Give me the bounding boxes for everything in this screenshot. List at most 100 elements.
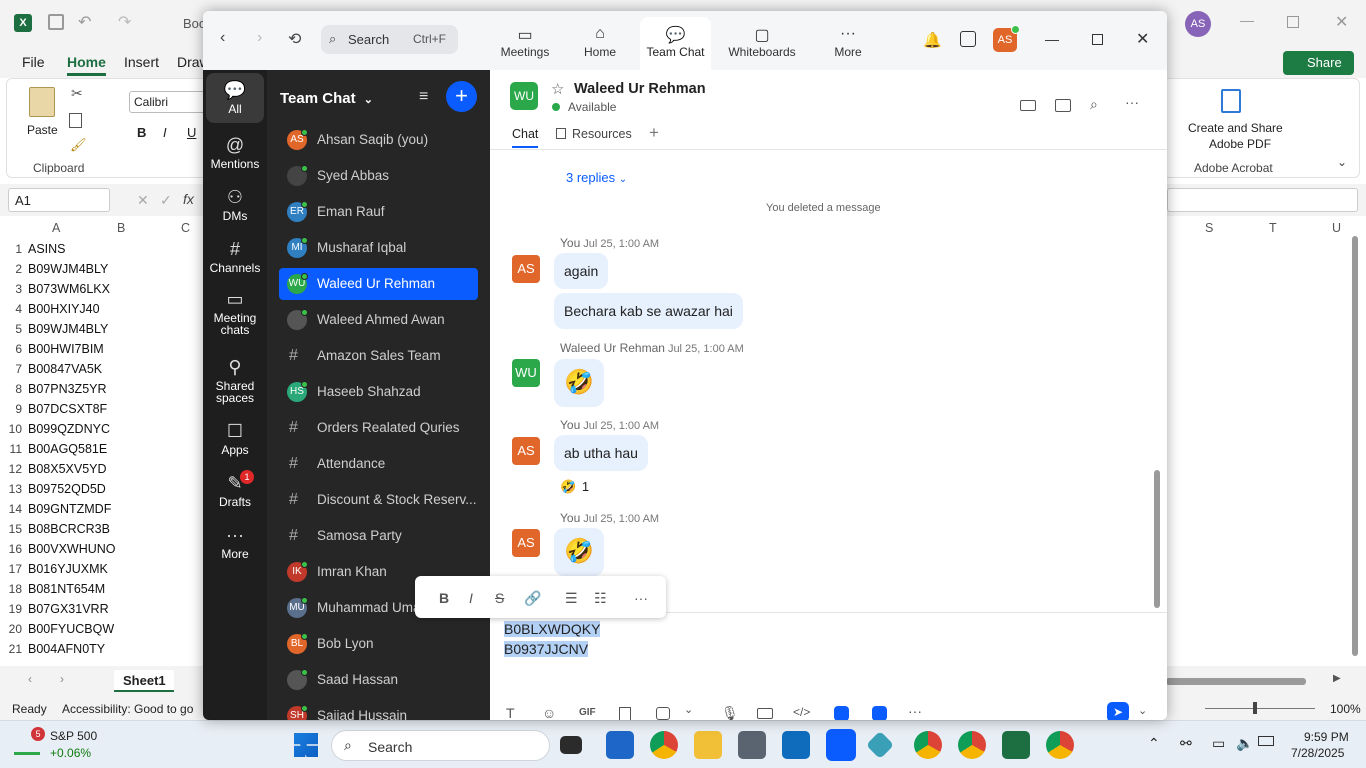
channel-item[interactable]: # Attendance	[279, 448, 478, 480]
tab-home[interactable]: Home	[67, 54, 106, 76]
clock-date[interactable]: 7/28/2025	[1291, 746, 1344, 760]
excel-account-avatar[interactable]: AS	[1185, 11, 1211, 37]
formula-input[interactable]	[1167, 188, 1358, 212]
forward-icon[interactable]: ›	[257, 29, 262, 47]
cell-a[interactable]: B00FYUCBQW	[28, 622, 114, 636]
cell-a[interactable]: B00847VA5K	[28, 362, 102, 376]
cell-a[interactable]: B09WJM4BLY	[28, 262, 108, 276]
tab-file[interactable]: File	[22, 54, 45, 70]
cell-a[interactable]: B09WJM4BLY	[28, 322, 108, 336]
name-box[interactable]: A1	[8, 188, 110, 212]
message-bubble[interactable]: ab utha hau	[554, 435, 648, 471]
microphone-icon[interactable]: 🎙	[721, 705, 739, 720]
chrome-profile-icon[interactable]	[914, 731, 942, 759]
zoom-search-box[interactable]: ⌕ Search Ctrl+F	[321, 25, 458, 54]
gif-icon[interactable]: GIF	[579, 707, 596, 718]
network-icon[interactable]: ⚯	[1180, 735, 1192, 752]
rail-item-shared-spaces[interactable]: ⚲ Shared spaces	[206, 350, 264, 406]
app-icon[interactable]	[865, 730, 895, 760]
volume-icon[interactable]: 🔈	[1236, 735, 1253, 752]
chat-more-icon[interactable]: ···	[1125, 94, 1139, 110]
contact-item[interactable]: MI Musharaf Iqbal	[279, 232, 478, 264]
scroll-right-icon[interactable]: ▶	[1333, 673, 1341, 684]
chat-header-avatar[interactable]: WU	[510, 82, 538, 110]
share-button[interactable]: Share	[1283, 51, 1354, 75]
paste-label[interactable]: Paste	[27, 123, 58, 137]
display-icon[interactable]: ▭	[1212, 735, 1225, 752]
rail-item-channels[interactable]: # Channels	[206, 232, 264, 276]
text-format-icon[interactable]: T	[506, 705, 515, 720]
row-header[interactable]: 18	[0, 582, 22, 596]
col-header-b[interactable]: B	[117, 221, 125, 235]
fx-icon[interactable]: fx	[183, 191, 194, 207]
message-avatar[interactable]: AS	[512, 437, 540, 465]
row-header[interactable]: 10	[0, 422, 22, 436]
col-header-u[interactable]: U	[1332, 221, 1341, 235]
calculator-icon[interactable]	[738, 731, 766, 759]
message-bubble[interactable]: 🤣	[554, 528, 604, 576]
row-header[interactable]: 13	[0, 482, 22, 496]
row-header[interactable]: 7	[0, 362, 22, 376]
cell-a[interactable]: B00HXIYJ40	[28, 302, 100, 316]
message-bubble[interactable]: Bechara kab se awazar hai	[554, 293, 743, 329]
tab-resources[interactable]: Resources	[572, 127, 632, 141]
tab-chat[interactable]: Chat	[512, 127, 539, 148]
cell-a[interactable]: ASINS	[28, 242, 66, 256]
sheet-tab[interactable]: Sheet1	[114, 670, 174, 692]
video-call-icon[interactable]	[1020, 100, 1036, 111]
channel-item[interactable]: # Amazon Sales Team	[279, 340, 478, 372]
rail-item-drafts[interactable]: ✎ Drafts 1	[206, 466, 264, 510]
row-header[interactable]: 21	[0, 642, 22, 656]
taskbar-search[interactable]: ⌕ Search	[331, 730, 550, 761]
clock-time[interactable]: 9:59 PM	[1304, 730, 1349, 744]
chrome-profile3-icon[interactable]	[1046, 731, 1074, 759]
app-integration2-icon[interactable]	[872, 706, 887, 720]
minimize-icon[interactable]: —	[1240, 12, 1254, 28]
row-header[interactable]: 3	[0, 282, 22, 296]
row-header[interactable]: 16	[0, 542, 22, 556]
confirm-formula-icon[interactable]: ✓	[160, 192, 172, 209]
back-icon[interactable]: ‹	[220, 29, 225, 47]
bold-icon[interactable]: B	[137, 125, 146, 140]
compose-input[interactable]: B0BLXWDQKY B0937JJCNV	[504, 619, 1144, 671]
link-icon[interactable]: 🔗	[524, 590, 541, 607]
contact-item[interactable]: Syed Abbas	[279, 160, 478, 192]
message-avatar[interactable]: AS	[512, 529, 540, 557]
redo-icon[interactable]: ↷	[118, 12, 131, 32]
excel-taskbar-icon[interactable]	[1002, 731, 1030, 759]
zoom-taskbar-icon[interactable]	[826, 729, 856, 761]
calendar-widget-icon[interactable]	[960, 31, 976, 47]
row-header[interactable]: 5	[0, 322, 22, 336]
windows-start-icon[interactable]	[294, 733, 318, 757]
store-icon[interactable]	[606, 731, 634, 759]
task-view-icon[interactable]	[560, 736, 582, 754]
rail-item-apps[interactable]: ☐ Apps	[206, 414, 264, 458]
cell-a[interactable]: B08X5XV5YD	[28, 462, 107, 476]
sheet-next-icon[interactable]: ›	[60, 672, 64, 686]
messages-scrollbar[interactable]	[1154, 470, 1160, 608]
rail-item-all[interactable]: 💬 All	[206, 73, 264, 123]
cell-a[interactable]: B07GX31VRR	[28, 602, 109, 616]
underline-icon[interactable]: U	[187, 125, 196, 140]
message-avatar[interactable]: WU	[512, 359, 540, 387]
contact-item[interactable]: Saad Hassan	[279, 664, 478, 696]
cell-a[interactable]: B07PN3Z5YR	[28, 382, 107, 396]
cell-a[interactable]: B00AGQ581E	[28, 442, 107, 456]
filter-icon[interactable]: ≡	[419, 88, 428, 106]
message-avatar[interactable]: AS	[512, 255, 540, 283]
cell-a[interactable]: B07DCSXT8F	[28, 402, 107, 416]
cell-a[interactable]: B099QZDNYC	[28, 422, 110, 436]
channel-item[interactable]: # Samosa Party	[279, 520, 478, 552]
row-header[interactable]: 8	[0, 382, 22, 396]
file-explorer-icon[interactable]	[694, 731, 722, 759]
rail-item-mentions[interactable]: @ Mentions	[206, 128, 264, 172]
cell-a[interactable]: B09GNTZMDF	[28, 502, 111, 516]
close-icon[interactable]: ✕	[1335, 12, 1348, 32]
adobe-create-label[interactable]: Create and Share	[1188, 121, 1283, 135]
message-bubble[interactable]: 🤣	[554, 359, 604, 407]
bold-icon[interactable]: B	[439, 590, 449, 606]
history-icon[interactable]: ⟲	[288, 29, 301, 49]
row-header[interactable]: 15	[0, 522, 22, 536]
numbered-list-icon[interactable]: ☷	[594, 590, 607, 607]
row-header[interactable]: 2	[0, 262, 22, 276]
